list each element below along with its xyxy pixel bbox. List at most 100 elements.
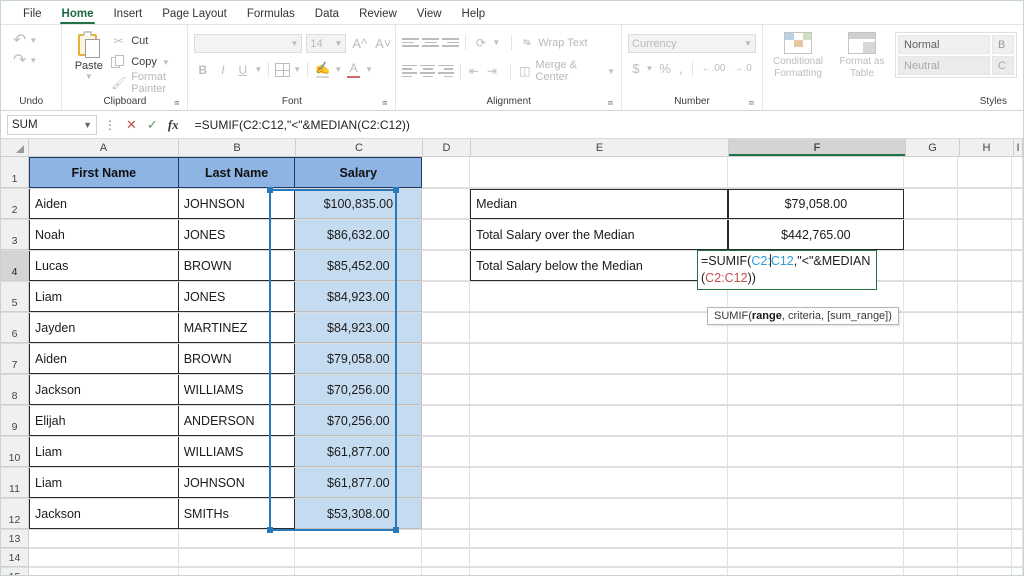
cell-B8[interactable]: WILLIAMS: [178, 375, 296, 405]
cell-A8[interactable]: Jackson: [29, 375, 179, 405]
tab-review[interactable]: Review: [349, 6, 407, 24]
more-options-icon[interactable]: ⋮: [101, 118, 119, 132]
cancel-x-icon[interactable]: ✕: [123, 117, 140, 133]
cell-G7[interactable]: [904, 344, 959, 374]
chevron-down-icon[interactable]: ▼: [85, 72, 93, 81]
cell-C7[interactable]: $79,058.00: [295, 344, 423, 374]
paste-button[interactable]: Paste ▼: [68, 29, 109, 81]
align-right-icon[interactable]: [438, 64, 454, 79]
align-bottom-icon[interactable]: [442, 35, 460, 50]
align-top-icon[interactable]: [402, 35, 420, 50]
cell-E10[interactable]: [470, 437, 728, 467]
row-header-13[interactable]: 13: [1, 530, 29, 548]
cell-F11[interactable]: [727, 468, 905, 498]
bold-button[interactable]: B: [194, 61, 211, 78]
accounting-format-button[interactable]: $: [630, 61, 641, 76]
row-header-3[interactable]: 3: [1, 220, 29, 250]
cell-E11[interactable]: [470, 468, 728, 498]
cell-I9[interactable]: [1012, 406, 1023, 436]
dialog-launcher-icon[interactable]: ⧈: [749, 98, 754, 108]
column-header-d[interactable]: D: [423, 139, 471, 156]
cell-F15[interactable]: [727, 568, 905, 575]
undo-button[interactable]: ↶ ▼: [13, 33, 37, 49]
cell-F8[interactable]: [727, 375, 905, 405]
chevron-down-icon[interactable]: ▼: [365, 65, 373, 74]
column-header-e[interactable]: E: [471, 139, 729, 156]
cell-E5[interactable]: [470, 282, 728, 312]
cell-C10[interactable]: $61,877.00: [295, 437, 423, 467]
comma-format-button[interactable]: ,: [677, 61, 685, 76]
cell-G3[interactable]: [904, 220, 959, 250]
tab-file[interactable]: File: [13, 6, 52, 24]
format-painter-button[interactable]: 🖌 Format Painter: [111, 71, 181, 95]
cell-E2[interactable]: Median: [470, 189, 728, 219]
cell-A6[interactable]: Jayden: [29, 313, 179, 343]
cell-H4[interactable]: [958, 251, 1012, 281]
cell-I5[interactable]: [1012, 282, 1023, 312]
cell-G14[interactable]: [904, 549, 959, 567]
cell-F7[interactable]: [727, 344, 905, 374]
cell-D6[interactable]: [422, 313, 471, 343]
cell-editor-f4[interactable]: =SUMIF(C2:C12,"<"&MEDIAN(C2:C12)): [697, 250, 877, 290]
borders-icon[interactable]: [275, 62, 291, 77]
merge-center-label[interactable]: Merge & Center: [535, 59, 604, 83]
cell-E3[interactable]: Total Salary over the Median: [470, 220, 728, 250]
column-header-h[interactable]: H: [960, 139, 1014, 156]
chevron-down-icon[interactable]: ▼: [293, 65, 301, 74]
cell-A12[interactable]: Jackson: [29, 499, 179, 529]
cell-H6[interactable]: [958, 313, 1012, 343]
row-header-11[interactable]: 11: [1, 468, 29, 498]
cell-C9[interactable]: $70,256.00: [295, 406, 423, 436]
cell-G12[interactable]: [904, 499, 959, 529]
underline-button[interactable]: U: [234, 61, 251, 78]
cell-D3[interactable]: [422, 220, 471, 250]
cell-I14[interactable]: [1012, 549, 1023, 567]
tab-page-layout[interactable]: Page Layout: [152, 6, 237, 24]
cell-C4[interactable]: $85,452.00: [295, 251, 423, 281]
cell-H3[interactable]: [958, 220, 1012, 250]
cell-B5[interactable]: JONES: [178, 282, 296, 312]
cell-G15[interactable]: [904, 568, 959, 575]
cell-G10[interactable]: [904, 437, 959, 467]
cell-A1[interactable]: First Name: [29, 157, 179, 188]
cell-B6[interactable]: MARTINEZ: [178, 313, 296, 343]
cell-G5[interactable]: [904, 282, 959, 312]
cell-G13[interactable]: [904, 530, 959, 548]
format-as-table-button[interactable]: Format as Table: [833, 32, 891, 80]
row-header-12[interactable]: 12: [1, 499, 29, 529]
cell-D12[interactable]: [422, 499, 471, 529]
chevron-down-icon[interactable]: ▼: [29, 36, 37, 45]
column-header-a[interactable]: A: [29, 139, 179, 156]
cell-A10[interactable]: Liam: [29, 437, 179, 467]
orientation-icon[interactable]: ⟳: [472, 34, 489, 51]
cell-A5[interactable]: Liam: [29, 282, 179, 312]
cell-H13[interactable]: [958, 530, 1012, 548]
cell-B15[interactable]: [178, 568, 296, 575]
row-header-9[interactable]: 9: [1, 406, 29, 436]
cell-F14[interactable]: [727, 549, 905, 567]
cell-E13[interactable]: [470, 530, 728, 548]
name-box[interactable]: SUM ▼: [7, 114, 97, 135]
cell-style-neutral[interactable]: Neutral: [898, 56, 990, 75]
cell-H9[interactable]: [958, 406, 1012, 436]
cell-E6[interactable]: [470, 313, 728, 343]
percent-format-button[interactable]: %: [657, 61, 673, 76]
cell-B10[interactable]: WILLIAMS: [178, 437, 296, 467]
row-header-14[interactable]: 14: [1, 549, 29, 567]
cell-A13[interactable]: [29, 530, 179, 548]
number-format-select[interactable]: Currency ▼: [628, 34, 756, 53]
cell-A11[interactable]: Liam: [29, 468, 179, 498]
cell-F12[interactable]: [727, 499, 905, 529]
cell-F3[interactable]: $442,765.00: [727, 220, 905, 250]
select-all-corner[interactable]: [1, 139, 29, 156]
tab-insert[interactable]: Insert: [103, 6, 152, 24]
cell-H1[interactable]: [958, 157, 1012, 188]
cell-C15[interactable]: [295, 568, 423, 575]
wrap-text-label[interactable]: Wrap Text: [538, 37, 587, 49]
tab-view[interactable]: View: [407, 6, 452, 24]
font-size-input[interactable]: 14 ▼: [306, 34, 347, 53]
row-header-4[interactable]: 4: [1, 251, 29, 281]
dialog-launcher-icon[interactable]: ⧈: [608, 98, 613, 108]
column-header-f[interactable]: F: [729, 139, 906, 156]
cell-E9[interactable]: [470, 406, 728, 436]
